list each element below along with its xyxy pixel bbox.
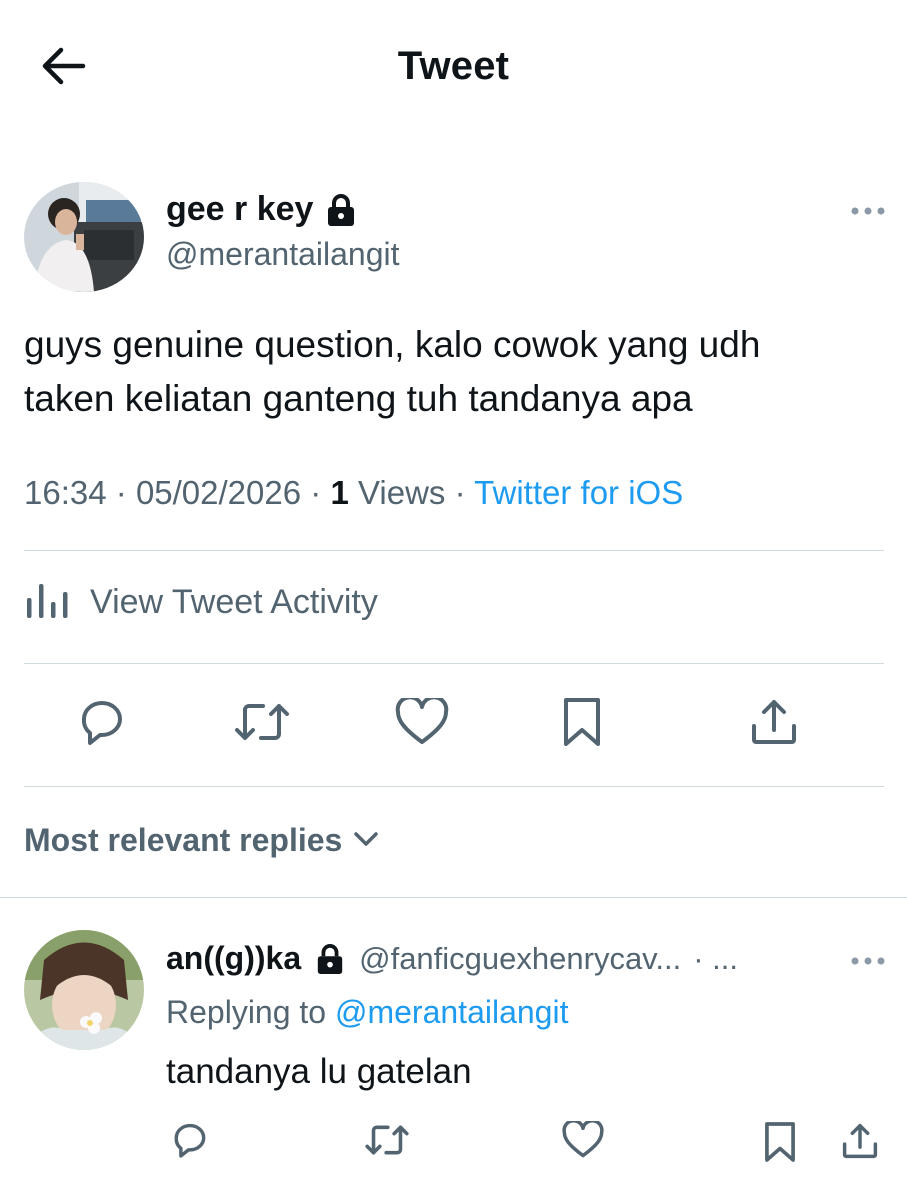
share-button[interactable]: [746, 696, 802, 752]
like-icon: [562, 1118, 604, 1164]
tweet-date[interactable]: 05/02/2026: [136, 474, 301, 511]
author-name[interactable]: gee r key: [166, 190, 313, 229]
reply-share-button[interactable]: [838, 1120, 882, 1166]
author-name-row: gee r key: [166, 190, 357, 229]
replying-to-prefix: Replying to: [166, 994, 327, 1030]
reply-retweet-button[interactable]: [362, 1120, 412, 1164]
retweet-button[interactable]: [234, 696, 290, 752]
more-dots-icon: [850, 203, 886, 221]
replying-to: Replying to @merantailangit: [166, 994, 568, 1031]
reply-header: an((g))ka @fanficguexhenrycav... · ...: [166, 940, 738, 977]
bookmark-icon: [560, 696, 604, 753]
top-bar: Tweet: [0, 0, 907, 140]
reply-bookmark-button[interactable]: [760, 1120, 800, 1168]
tweet-text-line: taken keliatan ganteng tuh tandanya apa: [24, 378, 693, 419]
reply-more-options-button[interactable]: [848, 952, 888, 972]
views-label: Views: [357, 474, 446, 511]
lock-icon: [325, 193, 357, 227]
divider: [24, 786, 884, 787]
reply-button[interactable]: [74, 696, 130, 752]
reply-icon: [76, 697, 128, 752]
views-count: 1: [330, 474, 349, 511]
analytics-icon: [24, 580, 70, 625]
meta-separator: ·: [115, 474, 127, 511]
reply-author-name[interactable]: an((g))ka: [166, 940, 301, 977]
share-icon: [748, 696, 800, 753]
view-tweet-activity-button[interactable]: View Tweet Activity: [24, 580, 378, 625]
bookmark-icon: [762, 1120, 798, 1169]
replies-sort-label: Most relevant replies: [24, 822, 343, 858]
like-button[interactable]: [394, 694, 450, 752]
divider: [24, 550, 884, 551]
bookmark-button[interactable]: [554, 696, 610, 752]
author-avatar[interactable]: [24, 182, 144, 292]
reply-reply-button[interactable]: [168, 1120, 212, 1164]
chevron-down-icon: [352, 828, 380, 853]
share-icon: [840, 1121, 880, 1166]
meta-separator: ·: [310, 474, 322, 511]
reply-text: tandanya lu gatelan: [166, 1052, 472, 1091]
replying-to-mention[interactable]: @merantailangit: [335, 994, 568, 1030]
reply-like-button[interactable]: [560, 1118, 606, 1164]
lock-icon: [315, 943, 345, 975]
tweet-text-line: guys genuine question, kalo cowok yang u…: [24, 324, 761, 365]
retweet-icon: [233, 700, 291, 749]
reply-author-avatar[interactable]: [24, 930, 144, 1050]
like-icon: [395, 694, 449, 751]
activity-label: View Tweet Activity: [90, 583, 378, 621]
tweet-meta: 16:34 · 05/02/2026 · 1 Views · Twitter f…: [24, 474, 683, 512]
divider: [24, 663, 884, 664]
more-dots-icon: [850, 953, 886, 971]
more-options-button[interactable]: [848, 202, 888, 222]
divider: [0, 897, 907, 898]
retweet-icon: [364, 1122, 410, 1163]
tweet-text: guys genuine question, kalo cowok yang u…: [24, 318, 884, 426]
reply-icon: [170, 1121, 210, 1164]
reply-timestamp-truncated: · ...: [693, 940, 738, 976]
tweet-source-link[interactable]: Twitter for iOS: [474, 474, 683, 511]
meta-separator: ·: [454, 474, 466, 511]
replies-sort-dropdown[interactable]: Most relevant replies: [24, 822, 380, 859]
author-handle[interactable]: @merantailangit: [166, 236, 399, 273]
tweet-time[interactable]: 16:34: [24, 474, 107, 511]
reply-author-handle[interactable]: @fanficguexhenrycav...: [359, 941, 681, 977]
page-title: Tweet: [397, 44, 510, 88]
